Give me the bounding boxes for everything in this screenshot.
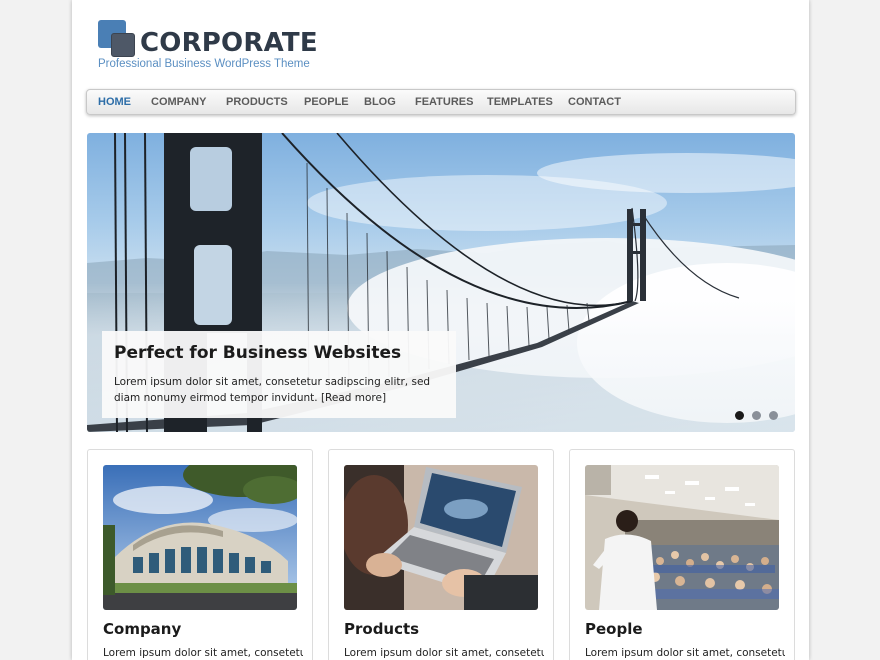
company-building-image[interactable]	[103, 465, 297, 610]
people-text: Lorem ipsum dolor sit amet, consetetur	[585, 647, 785, 659]
products-title[interactable]: Products	[344, 620, 419, 638]
nav-item-company[interactable]: COMPANY	[151, 90, 206, 114]
slider-dot-3[interactable]	[769, 411, 778, 420]
slider-dot-1[interactable]	[735, 411, 744, 420]
products-text: Lorem ipsum dolor sit amet, consetetur	[344, 647, 544, 659]
slider-pagination	[735, 411, 779, 421]
site-title[interactable]: CORPORATE	[140, 28, 318, 58]
site-tagline: Professional Business WordPress Theme	[98, 58, 310, 70]
nav-item-blog[interactable]: BLOG	[364, 90, 396, 114]
nav-item-products[interactable]: PRODUCTS	[226, 90, 288, 114]
feature-box-company: Company Lorem ipsum dolor sit amet, cons…	[87, 449, 313, 660]
page-container: CORPORATE Professional Business WordPres…	[72, 0, 809, 660]
slide-title: Perfect for Business Websites	[114, 343, 402, 363]
slide-caption: Perfect for Business Websites Lorem ipsu…	[102, 331, 456, 418]
nav-item-features[interactable]: FEATURES	[415, 90, 473, 114]
main-navigation: HOME COMPANY PRODUCTS PEOPLE BLOG FEATUR…	[86, 89, 796, 115]
feature-box-products: Products Lorem ipsum dolor sit amet, con…	[328, 449, 554, 660]
company-text: Lorem ipsum dolor sit amet, consetetur	[103, 647, 303, 659]
slider-dot-2[interactable]	[752, 411, 761, 420]
slide-text: Lorem ipsum dolor sit amet, consetetur s…	[114, 374, 450, 406]
products-laptop-image[interactable]	[344, 465, 538, 610]
logo-mark-icon	[98, 20, 138, 60]
site-logo[interactable]: CORPORATE Professional Business WordPres…	[98, 18, 338, 74]
nav-item-contact[interactable]: CONTACT	[568, 90, 621, 114]
nav-item-home[interactable]: HOME	[98, 90, 131, 114]
company-title[interactable]: Company	[103, 620, 181, 638]
nav-item-people[interactable]: PEOPLE	[304, 90, 349, 114]
hero-slider[interactable]: Perfect for Business Websites Lorem ipsu…	[87, 133, 795, 432]
people-conference-image[interactable]	[585, 465, 779, 610]
feature-box-people: People Lorem ipsum dolor sit amet, conse…	[569, 449, 795, 660]
read-more-link[interactable]: [Read more]	[321, 392, 386, 404]
nav-item-templates[interactable]: TEMPLATES	[487, 90, 553, 114]
people-title[interactable]: People	[585, 620, 643, 638]
